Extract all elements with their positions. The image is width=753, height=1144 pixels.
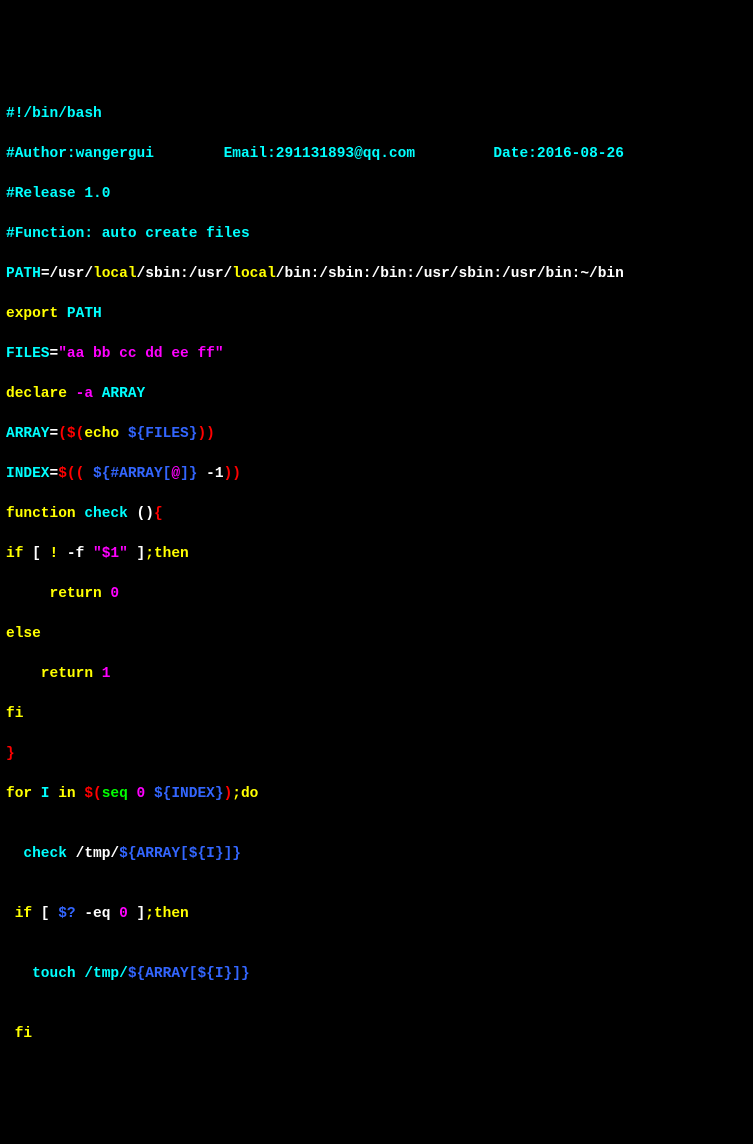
code-line: touch /tmp/${ARRAY[${I}]} xyxy=(6,964,747,984)
keyword-if: if xyxy=(6,546,23,562)
keyword-else: else xyxy=(6,626,41,642)
var-expansion: ${ARRAY[ xyxy=(128,966,198,982)
keyword-do: do xyxy=(241,786,258,802)
keyword-return: return xyxy=(6,666,93,682)
var-files: FILES xyxy=(6,346,50,362)
function-name: check xyxy=(76,506,137,522)
code-line: check /tmp/${ARRAY[${I}]} xyxy=(6,844,747,864)
keyword-declare: declare xyxy=(6,386,67,402)
var-expansion: ${FILES} xyxy=(128,426,198,442)
var-expansion: ${#ARRAY[ xyxy=(93,466,171,482)
keyword-local: local xyxy=(232,266,276,282)
cmd-echo: echo xyxy=(84,426,128,442)
keyword-in: in xyxy=(58,786,75,802)
code-line: INDEX=$(( ${#ARRAY[@]} -1)) xyxy=(6,464,747,484)
code-line: #Function: auto create files xyxy=(6,224,747,244)
comment-date-label: Date: xyxy=(493,146,537,162)
code-line: for I in $(seq 0 ${INDEX});do xyxy=(6,784,747,804)
var-array: ARRAY xyxy=(6,426,50,442)
var-index: INDEX xyxy=(6,466,50,482)
code-line: #!/bin/bash xyxy=(6,104,747,124)
keyword-then: then xyxy=(154,546,189,562)
flag: -a xyxy=(67,386,93,402)
code-line: FILES="aa bb cc dd ee ff" xyxy=(6,344,747,364)
comment-release: #Release 1.0 xyxy=(6,186,110,202)
keyword-then: then xyxy=(154,906,189,922)
comment-author: wangergui xyxy=(76,146,154,162)
keyword-function: function xyxy=(6,506,76,522)
cmd-seq: seq xyxy=(102,786,137,802)
code-line: export PATH xyxy=(6,304,747,324)
brace-close: } xyxy=(6,746,15,762)
keyword-local: local xyxy=(93,266,137,282)
code-line: return 0 xyxy=(6,584,747,604)
keyword-fi: fi xyxy=(15,1026,32,1042)
number: 0 xyxy=(137,786,146,802)
code-line: #Author:wangergui Email:291131893@qq.com… xyxy=(6,144,747,164)
code-line: #Release 1.0 xyxy=(6,184,747,204)
var-expansion: ${ARRAY[ xyxy=(119,846,189,862)
string-literal: "aa bb cc dd ee ff" xyxy=(58,346,223,362)
var-path: PATH xyxy=(6,266,41,282)
code-line: if [ ! -f "$1" ];then xyxy=(6,544,747,564)
cmd-touch: touch /tmp/ xyxy=(32,966,128,982)
number: 1 xyxy=(93,666,110,682)
call-check: check xyxy=(23,846,75,862)
var-array: ARRAY xyxy=(93,386,145,402)
number: 0 xyxy=(119,906,128,922)
keyword-for: for xyxy=(6,786,32,802)
code-line: fi xyxy=(6,1024,747,1044)
string-arg: "$1" xyxy=(93,546,128,562)
comment-email-label: Email: xyxy=(224,146,276,162)
var-i: I xyxy=(32,786,58,802)
number: 0 xyxy=(102,586,119,602)
comment-email: 291131893@qq.com xyxy=(276,146,415,162)
var-path-ref: PATH xyxy=(58,306,102,322)
comment-function: #Function: auto create files xyxy=(6,226,250,242)
code-line: ARRAY=($(echo ${FILES})) xyxy=(6,424,747,444)
code-line: } xyxy=(6,744,747,764)
code-line: function check (){ xyxy=(6,504,747,524)
code-line: if [ $? -eq 0 ];then xyxy=(6,904,747,924)
keyword-if: if xyxy=(15,906,32,922)
comment-author-label: #Author: xyxy=(6,146,76,162)
shebang: #!/bin/bash xyxy=(6,106,102,122)
keyword-return: return xyxy=(6,586,102,602)
keyword-export: export xyxy=(6,306,58,322)
keyword-fi: fi xyxy=(6,706,23,722)
code-line: declare -a ARRAY xyxy=(6,384,747,404)
code-line: PATH=/usr/local/sbin:/usr/local/bin:/sbi… xyxy=(6,264,747,284)
code-line: fi xyxy=(6,704,747,724)
var-exit-status: $? xyxy=(58,906,75,922)
code-line: return 1 xyxy=(6,664,747,684)
var-expansion: ${INDEX} xyxy=(154,786,224,802)
comment-date: 2016-08-26 xyxy=(537,146,624,162)
terminal-code-view: #!/bin/bash #Author:wangergui Email:2911… xyxy=(6,84,747,1064)
code-line: else xyxy=(6,624,747,644)
